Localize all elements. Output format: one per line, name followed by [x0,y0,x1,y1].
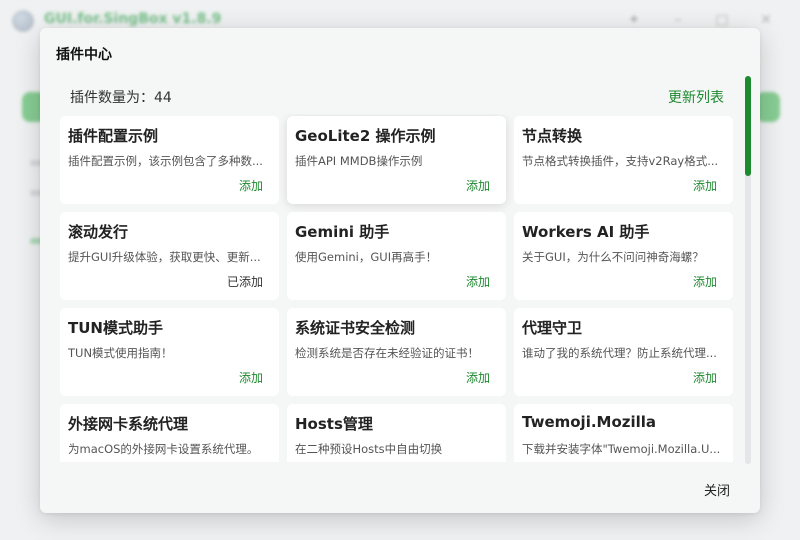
plugin-description: 关于GUI，为什么不问问神奇海螺？ [522,250,704,264]
plugin-description: 在二种预设Hosts中自由切换 [295,442,443,456]
modal-title: 插件中心 [56,47,112,63]
plugin-card[interactable]: Twemoji.Mozilla 下载并安装字体"Twemoji.Mozilla.… [514,404,733,462]
plugin-name: GeoLite2 操作示例 [295,127,436,145]
scrollbar-thumb[interactable] [745,76,751,176]
scrollbar[interactable] [745,76,751,464]
add-plugin-button[interactable]: 添加 [239,177,263,194]
plugin-name: Workers AI 助手 [522,223,650,241]
plugin-card[interactable]: 外接网卡系统代理 为macOS的外接网卡设置系统代理。 [60,404,279,462]
add-plugin-button[interactable]: 添加 [693,177,717,194]
app-title: GUI.for.SingBox v1.8.9 [44,11,222,27]
plugin-card[interactable]: 滚动发行 提升GUI升级体验，获取更快、更新... 已添加 [60,212,279,300]
plugin-description: 插件API MMDB操作示例 [295,154,423,168]
plugin-description: 插件配置示例，该示例包含了多种数... [68,154,263,168]
add-plugin-button[interactable]: 添加 [693,369,717,386]
plugin-name: 节点转换 [522,127,583,145]
maximize-icon[interactable]: □ [712,10,732,30]
add-plugin-button[interactable]: 添加 [693,273,717,290]
add-plugin-button[interactable]: 添加 [466,177,490,194]
plugin-card[interactable]: GeoLite2 操作示例 插件API MMDB操作示例 添加 [287,116,506,204]
plugin-card[interactable]: 系统证书安全检测 检测系统是否存在未经验证的证书！ 添加 [287,308,506,396]
plugin-name: Gemini 助手 [295,223,390,241]
app-logo-icon [12,10,34,32]
pin-icon[interactable]: ✦ [624,10,644,30]
plugin-name: Twemoji.Mozilla [522,413,657,431]
close-button[interactable]: 关闭 [704,480,730,499]
plugin-description: 检测系统是否存在未经验证的证书！ [295,346,479,360]
plugin-description: 谁动了我的系统代理？防止系统代理... [522,346,717,360]
plugin-description: TUN模式使用指南！ [68,346,173,360]
plugin-name: 外接网卡系统代理 [68,415,189,433]
add-plugin-button[interactable]: 添加 [466,369,490,386]
plugin-name: 插件配置示例 [68,127,159,145]
plugin-card[interactable]: Gemini 助手 使用Gemini，GUI再高手！ 添加 [287,212,506,300]
add-plugin-button[interactable]: 添加 [239,369,263,386]
plugin-grid: 插件配置示例 插件配置示例，该示例包含了多种数... 添加 GeoLite2 操… [58,114,738,462]
added-plugin-label[interactable]: 已添加 [227,273,263,290]
plugin-description: 节点格式转换插件，支持v2Ray格式... [522,154,719,168]
plugin-list[interactable]: 插件配置示例 插件配置示例，该示例包含了多种数... 添加 GeoLite2 操… [58,114,738,462]
add-plugin-button[interactable]: 添加 [466,273,490,290]
plugin-description: 提升GUI升级体验，获取更快、更新... [68,250,261,264]
plugin-name: 系统证书安全检测 [295,319,416,337]
plugin-name: TUN模式助手 [68,319,163,337]
plugin-count-label: 插件数量为：44 [70,90,172,106]
plugin-card[interactable]: Hosts管理 在二种预设Hosts中自由切换 [287,404,506,462]
refresh-list-button[interactable]: 更新列表 [668,87,724,107]
plugin-name: 滚动发行 [68,223,129,241]
plugin-card[interactable]: 节点转换 节点格式转换插件，支持v2Ray格式... 添加 [514,116,733,204]
plugin-card[interactable]: Workers AI 助手 关于GUI，为什么不问问神奇海螺？ 添加 [514,212,733,300]
plugin-description: 使用Gemini，GUI再高手！ [295,250,438,264]
plugin-card[interactable]: 代理守卫 谁动了我的系统代理？防止系统代理... 添加 [514,308,733,396]
plugin-center-modal: 插件中心 插件数量为：44 更新列表 插件配置示例 插件配置示例，该示例包含了多… [40,28,760,513]
plugin-card[interactable]: 插件配置示例 插件配置示例，该示例包含了多种数... 添加 [60,116,279,204]
plugin-card[interactable]: TUN模式助手 TUN模式使用指南！ 添加 [60,308,279,396]
plugin-description: 为macOS的外接网卡设置系统代理。 [68,442,259,456]
plugin-name: 代理守卫 [522,319,583,337]
close-icon[interactable]: ✕ [756,10,776,30]
plugin-name: Hosts管理 [295,415,373,433]
plugin-description: 下载并安装字体"Twemoji.Mozilla.U... [522,442,721,456]
minimize-icon[interactable]: – [668,10,688,30]
